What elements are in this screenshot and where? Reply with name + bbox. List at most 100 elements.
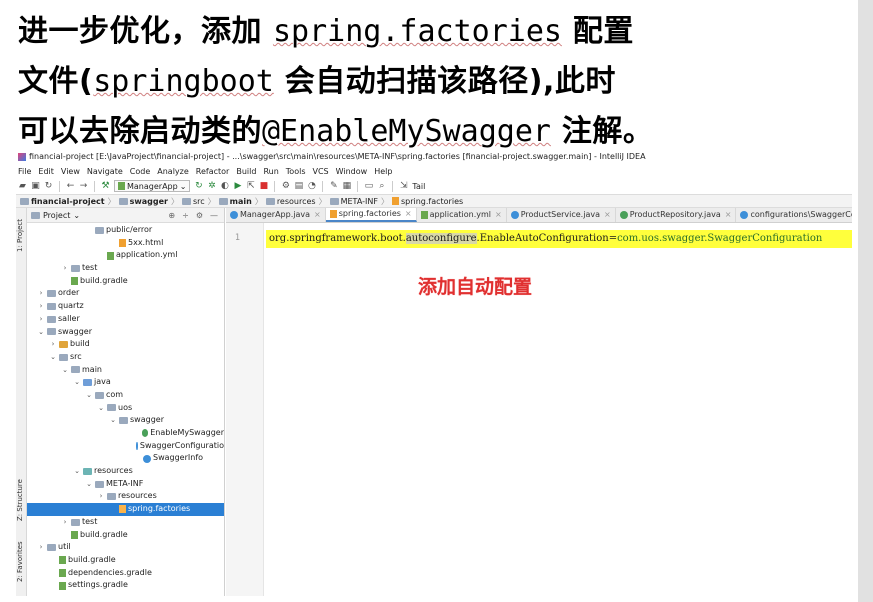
tree-item[interactable]: › order [27, 287, 224, 300]
attach-icon[interactable]: ⇱ [246, 181, 255, 191]
menu-item-window[interactable]: Window [336, 167, 368, 176]
tree-item[interactable]: ⌄ main [27, 364, 224, 377]
tree-item[interactable]: › quartz [27, 300, 224, 313]
tree-item[interactable]: › saller [27, 313, 224, 326]
gear-icon[interactable]: ⚙ [196, 211, 203, 220]
menu-item-view[interactable]: View [61, 167, 80, 176]
save-icon[interactable]: ▣ [31, 181, 40, 191]
vcs-history-icon[interactable]: ◔ [307, 181, 316, 191]
editor-tab[interactable]: spring.factories × [325, 208, 417, 222]
breadcrumb-item-file[interactable]: spring.factories [391, 197, 463, 206]
editor-tab[interactable]: ProductRepository.java × [616, 208, 737, 222]
chevron-right-icon[interactable]: › [37, 313, 45, 326]
tree-item[interactable]: 5xx.html [27, 237, 224, 250]
tail-icon[interactable]: ⇲ [399, 181, 408, 191]
editor-tab[interactable]: ManagerApp.java × [226, 208, 326, 222]
locate-icon[interactable]: ⊕ [168, 211, 175, 220]
run-config-selector[interactable]: ManagerApp ⌄ [114, 180, 191, 192]
breadcrumb-item-meta-inf[interactable]: META-INF [329, 197, 378, 206]
tree-item[interactable]: public/error [27, 224, 224, 237]
chevron-right-icon[interactable]: › [97, 490, 105, 503]
tree-item[interactable]: ⌄ java [27, 376, 224, 389]
chevron-right-icon[interactable]: › [37, 300, 45, 313]
tree-item[interactable]: ⌄ com [27, 389, 224, 402]
chevron-down-icon[interactable]: ⌄ [73, 376, 81, 389]
chevron-right-icon[interactable]: › [37, 541, 45, 554]
terminal-icon[interactable]: ▭ [364, 181, 374, 191]
side-tab-favorites[interactable]: 2: Favorites [16, 538, 27, 586]
chevron-down-icon[interactable]: ⌄ [97, 402, 105, 415]
tree-item[interactable]: SwaggerInfo [27, 452, 224, 465]
tree-item[interactable]: build.gradle [27, 529, 224, 542]
open-folder-icon[interactable]: ▰ [18, 181, 27, 191]
tree-item[interactable]: › util [27, 541, 224, 554]
project-structure-icon[interactable]: ▦ [342, 181, 352, 191]
menu-item-file[interactable]: File [18, 167, 31, 176]
breadcrumb-item-src[interactable]: src [181, 197, 205, 206]
back-icon[interactable]: ← [66, 181, 75, 191]
chevron-right-icon[interactable]: › [61, 516, 69, 529]
tree-item[interactable]: ⌄ uos [27, 402, 224, 415]
settings-wrench-icon[interactable]: ✎ [329, 181, 338, 191]
run-icon[interactable]: ▶ [233, 181, 242, 191]
tree-item[interactable]: ⌄ META-INF [27, 478, 224, 491]
tree-item[interactable]: spring.factories [27, 503, 224, 516]
tree-item[interactable]: EnableMySwagger [27, 427, 224, 440]
chevron-down-icon[interactable]: ⌄ [61, 364, 69, 377]
forward-icon[interactable]: → [79, 181, 88, 191]
collapse-icon[interactable]: ÷ [182, 211, 189, 220]
editor-tab[interactable]: ProductService.java × [507, 208, 616, 222]
side-tab-project[interactable]: 1: Project [16, 216, 27, 256]
code-line-1[interactable]: org.springframework.boot.autoconfigure.E… [266, 230, 852, 248]
search-icon[interactable]: ⌕ [377, 181, 386, 191]
chevron-right-icon[interactable]: › [49, 338, 57, 351]
close-icon[interactable]: × [604, 208, 611, 222]
menu-item-code[interactable]: Code [130, 167, 150, 176]
tree-item[interactable]: › test [27, 262, 224, 275]
tree-item[interactable]: ⌄ resources [27, 465, 224, 478]
menu-item-edit[interactable]: Edit [38, 167, 54, 176]
close-icon[interactable]: × [495, 208, 502, 222]
chevron-down-icon[interactable]: ⌄ [73, 465, 81, 478]
debug-icon[interactable]: ✲ [207, 181, 216, 191]
rerun-icon[interactable]: ↻ [194, 181, 203, 191]
menu-item-help[interactable]: Help [374, 167, 392, 176]
side-tab-structure[interactable]: Z: Structure [16, 476, 27, 524]
build-hammer-icon[interactable]: ⚒ [101, 181, 110, 191]
hide-panel-icon[interactable]: — [210, 211, 218, 220]
breadcrumb-item-resources[interactable]: resources [265, 197, 316, 206]
tree-item[interactable]: build.gradle [27, 275, 224, 288]
close-icon[interactable]: × [725, 208, 732, 222]
editor-tab[interactable]: application.yml × [417, 208, 507, 222]
menu-item-build[interactable]: Build [236, 167, 256, 176]
stop-icon[interactable]: ■ [259, 181, 269, 191]
chevron-down-icon[interactable]: ⌄ [85, 478, 93, 491]
breadcrumb-item-swagger[interactable]: swagger [118, 197, 168, 206]
chevron-down-icon[interactable]: ⌄ [37, 326, 45, 339]
chevron-down-icon[interactable]: ⌄ [49, 351, 57, 364]
tree-item[interactable]: dependencies.gradle [27, 567, 224, 580]
project-view-selector[interactable]: Project [43, 211, 70, 220]
chevron-right-icon[interactable]: › [37, 287, 45, 300]
chevron-right-icon[interactable]: › [61, 262, 69, 275]
tree-item[interactable]: › resources [27, 490, 224, 503]
tree-item[interactable]: build.gradle [27, 554, 224, 567]
breadcrumb-item-main[interactable]: main [218, 197, 252, 206]
tree-item[interactable]: application.yml [27, 249, 224, 262]
menu-item-navigate[interactable]: Navigate [87, 167, 123, 176]
tree-item[interactable]: › build [27, 338, 224, 351]
close-icon[interactable]: × [405, 208, 412, 221]
menu-item-tools[interactable]: Tools [286, 167, 306, 176]
menu-item-vcs[interactable]: VCS [313, 167, 329, 176]
menu-item-analyze[interactable]: Analyze [157, 167, 189, 176]
tree-item[interactable]: › test [27, 516, 224, 529]
vcs-update-icon[interactable]: ⚙ [281, 181, 290, 191]
tail-button[interactable]: Tail [412, 182, 425, 191]
vcs-commit-icon[interactable]: ▤ [294, 181, 304, 191]
tree-item[interactable]: settings.gradle [27, 579, 224, 592]
chevron-down-icon[interactable]: ⌄ [109, 414, 117, 427]
tree-item[interactable]: SwaggerConfiguratio [27, 440, 224, 453]
chevron-down-icon[interactable]: ⌄ [85, 389, 93, 402]
coverage-icon[interactable]: ◐ [220, 181, 229, 191]
tree-item[interactable]: ⌄ swagger [27, 326, 224, 339]
